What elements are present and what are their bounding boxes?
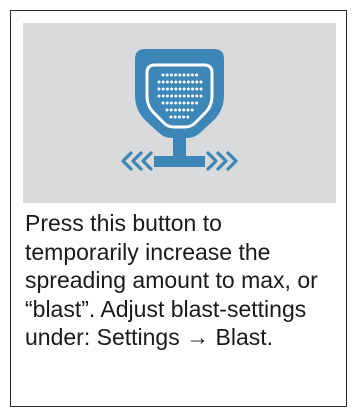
spread-dot [199, 80, 203, 84]
spread-dot [186, 94, 190, 98]
spread-dot [190, 101, 194, 105]
spread-dot [161, 80, 165, 84]
spread-dot [165, 94, 169, 98]
spread-dot [169, 73, 173, 77]
spread-dot [169, 108, 173, 112]
spread-dot [195, 73, 199, 77]
spread-dot [178, 101, 182, 105]
spread-dot [178, 94, 182, 98]
spread-dot [195, 87, 199, 91]
spread-dot [165, 108, 169, 112]
spread-dot [169, 115, 173, 119]
spread-dot [182, 115, 186, 119]
spread-dot [199, 87, 203, 91]
spread-dot [199, 94, 203, 98]
blast-button[interactable] [23, 23, 336, 203]
spread-right-arrows [206, 151, 238, 171]
spread-dot [182, 101, 186, 105]
spread-dot [195, 94, 199, 98]
spread-dot [174, 73, 178, 77]
spread-dot [174, 101, 178, 105]
spread-dot [173, 115, 177, 119]
spread-dot [165, 80, 169, 84]
spread-dot [182, 73, 186, 77]
spread-dot [177, 115, 181, 119]
spread-dot [182, 94, 186, 98]
spread-dot [174, 94, 178, 98]
spread-dot [174, 80, 178, 84]
spread-dot [165, 73, 169, 77]
blast-spreader-icon [121, 49, 238, 171]
spread-dot [178, 87, 182, 91]
help-card: Press this button to temporarily increas… [10, 10, 347, 407]
spread-dot [161, 101, 165, 105]
spread-dot [186, 115, 190, 119]
spread-dot [186, 73, 190, 77]
spread-dot [170, 94, 174, 98]
spread-dot [191, 80, 195, 84]
spread-dot [191, 87, 195, 91]
spread-dot [186, 108, 190, 112]
spread-dot [195, 80, 199, 84]
spread-dot [190, 73, 194, 77]
spread-dot [170, 80, 174, 84]
spread-dot [174, 87, 178, 91]
spread-dot [195, 101, 199, 105]
spread-dot [178, 73, 182, 77]
spread-dot [165, 101, 169, 105]
spread-dot [173, 108, 177, 112]
spread-dot [191, 94, 195, 98]
spread-dot [182, 87, 186, 91]
spread-dot [178, 80, 182, 84]
spread-dot [161, 87, 165, 91]
spread-dot [169, 101, 173, 105]
spread-dot [182, 80, 186, 84]
spread-dot [186, 80, 190, 84]
spread-dot [157, 87, 161, 91]
help-description: Press this button to temporarily increas… [25, 210, 318, 350]
spread-dot [161, 73, 165, 77]
spread-dot [186, 87, 190, 91]
spread-left-arrows [121, 151, 153, 171]
spread-dot [186, 101, 190, 105]
spread-dot [178, 108, 182, 112]
spread-dot [170, 87, 174, 91]
spread-dot [161, 94, 165, 98]
spread-dot [165, 87, 169, 91]
spread-dot [157, 94, 161, 98]
spread-dot [190, 108, 194, 112]
spread-dot [182, 108, 186, 112]
spread-dot [157, 80, 161, 84]
